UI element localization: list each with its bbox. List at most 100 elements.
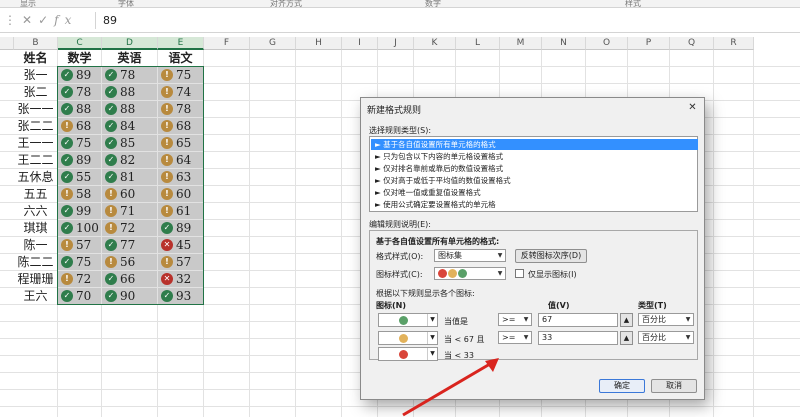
- icon-select-1[interactable]: ▼: [378, 313, 438, 327]
- eng-score-cell[interactable]: ✓ 88: [102, 84, 158, 101]
- column-header-c[interactable]: C: [58, 37, 102, 50]
- eng-score-cell[interactable]: ✓ 81: [102, 169, 158, 186]
- chn-score-cell[interactable]: ! 65: [158, 135, 204, 152]
- math-score-cell[interactable]: ✓ 100: [58, 220, 102, 237]
- chn-score-cell[interactable]: ! 57: [158, 254, 204, 271]
- name-cell[interactable]: 张二: [14, 84, 58, 101]
- close-icon[interactable]: ✕: [22, 13, 38, 27]
- format-style-select[interactable]: 图标集 ▼: [434, 249, 506, 262]
- eng-score-cell[interactable]: ✓ 90: [102, 288, 158, 305]
- math-score-cell[interactable]: ✓ 88: [58, 101, 102, 118]
- math-score-cell[interactable]: ✓ 99: [58, 203, 102, 220]
- math-score-cell[interactable]: ✓ 70: [58, 288, 102, 305]
- name-cell[interactable]: 陈一: [14, 237, 58, 254]
- eng-score-cell[interactable]: ✓ 78: [102, 67, 158, 84]
- math-score-cell[interactable]: ✓ 75: [58, 254, 102, 271]
- column-header-f[interactable]: F: [204, 37, 250, 50]
- reverse-icon-order-button[interactable]: 反转图标次序(D): [515, 249, 587, 263]
- chn-score-cell[interactable]: ! 75: [158, 67, 204, 84]
- operator-select-2[interactable]: >= ▼: [498, 331, 532, 344]
- chn-score-cell[interactable]: ! 64: [158, 152, 204, 169]
- icon-style-select[interactable]: ▼: [434, 267, 506, 280]
- column-header-j[interactable]: J: [378, 37, 414, 50]
- column-header-g[interactable]: G: [250, 37, 296, 50]
- value-input-1[interactable]: 67: [538, 313, 618, 327]
- eng-score-cell[interactable]: ! 72: [102, 220, 158, 237]
- close-icon[interactable]: ✕: [685, 101, 700, 114]
- name-cell[interactable]: 六六: [14, 203, 58, 220]
- math-score-cell[interactable]: ✓ 89: [58, 67, 102, 84]
- ribbon-section[interactable]: 样式: [625, 0, 641, 9]
- name-cell[interactable]: 张二二: [14, 118, 58, 135]
- rule-type-list[interactable]: ► 基于各自值设置所有单元格的格式 ► 只为包含以下内容的单元格设置格式 ► 仅…: [369, 136, 698, 212]
- math-score-cell[interactable]: ✓ 78: [58, 84, 102, 101]
- chinese-header[interactable]: 语文: [158, 50, 204, 67]
- column-header-k[interactable]: K: [414, 37, 456, 50]
- ribbon-section[interactable]: 显示: [20, 0, 36, 9]
- rule-type-item[interactable]: ► 仅对排名靠前或靠后的数值设置格式: [371, 163, 698, 174]
- chn-score-cell[interactable]: ! 63: [158, 169, 204, 186]
- column-header-e[interactable]: E: [158, 37, 204, 50]
- math-score-cell[interactable]: ! 57: [58, 237, 102, 254]
- rule-type-item[interactable]: ► 使用公式确定要设置格式的单元格: [371, 199, 698, 210]
- chn-score-cell[interactable]: ! 68: [158, 118, 204, 135]
- column-header-l[interactable]: L: [456, 37, 500, 50]
- column-header-o[interactable]: O: [586, 37, 628, 50]
- math-score-cell[interactable]: ! 72: [58, 271, 102, 288]
- range-picker-icon[interactable]: ▲: [620, 331, 633, 345]
- eng-score-cell[interactable]: ✓ 82: [102, 152, 158, 169]
- name-cell[interactable]: 王二二: [14, 152, 58, 169]
- ribbon-section[interactable]: 对齐方式: [270, 0, 302, 9]
- math-score-cell[interactable]: ! 68: [58, 118, 102, 135]
- ok-button[interactable]: 确定: [599, 379, 645, 393]
- chn-score-cell[interactable]: ! 61: [158, 203, 204, 220]
- fx-icon[interactable]: fx: [54, 13, 77, 27]
- name-cell[interactable]: 王六: [14, 288, 58, 305]
- math-score-cell[interactable]: ✓ 55: [58, 169, 102, 186]
- rule-type-item[interactable]: ► 仅对唯一值或重复值设置格式: [371, 187, 698, 198]
- icon-select-2[interactable]: ▼: [378, 331, 438, 345]
- column-header-d[interactable]: D: [102, 37, 158, 50]
- name-cell[interactable]: 陈二二: [14, 254, 58, 271]
- eng-score-cell[interactable]: ✓ 66: [102, 271, 158, 288]
- name-cell[interactable]: 五休息: [14, 169, 58, 186]
- operator-select-1[interactable]: >= ▼: [498, 313, 532, 326]
- show-icon-only-checkbox[interactable]: [515, 269, 524, 278]
- name-cell[interactable]: 张一: [14, 67, 58, 84]
- value-input-2[interactable]: 33: [538, 331, 618, 345]
- column-header-q[interactable]: Q: [670, 37, 714, 50]
- column-header-r[interactable]: R: [714, 37, 754, 50]
- column-header-p[interactable]: P: [628, 37, 670, 50]
- column-header-n[interactable]: N: [542, 37, 586, 50]
- rule-type-item[interactable]: ► 仅对高于或低于平均值的数值设置格式: [371, 175, 698, 186]
- cancel-button[interactable]: 取消: [651, 379, 697, 393]
- eng-score-cell[interactable]: ! 56: [102, 254, 158, 271]
- column-header-b[interactable]: B: [14, 37, 58, 50]
- chn-score-cell[interactable]: ✕ 32: [158, 271, 204, 288]
- eng-score-cell[interactable]: ✓ 85: [102, 135, 158, 152]
- check-icon[interactable]: ✓: [38, 13, 54, 27]
- chn-score-cell[interactable]: ! 60: [158, 186, 204, 203]
- chn-score-cell[interactable]: ✓ 93: [158, 288, 204, 305]
- name-cell[interactable]: 张一一: [14, 101, 58, 118]
- select-all-corner[interactable]: [0, 37, 14, 50]
- math-score-cell[interactable]: ✓ 89: [58, 152, 102, 169]
- name-header[interactable]: 姓名: [14, 50, 58, 67]
- name-cell[interactable]: 琪琪: [14, 220, 58, 237]
- english-header[interactable]: 英语: [102, 50, 158, 67]
- formula-input[interactable]: 89: [103, 14, 117, 27]
- math-score-cell[interactable]: ! 58: [58, 186, 102, 203]
- math-header[interactable]: 数学: [58, 50, 102, 67]
- column-header-m[interactable]: M: [500, 37, 542, 50]
- chn-score-cell[interactable]: ✓ 89: [158, 220, 204, 237]
- column-header-h[interactable]: H: [296, 37, 342, 50]
- eng-score-cell[interactable]: ✓ 77: [102, 237, 158, 254]
- ribbon-section[interactable]: 字体: [118, 0, 134, 9]
- rule-type-item[interactable]: ► 只为包含以下内容的单元格设置格式: [371, 151, 698, 162]
- math-score-cell[interactable]: ✓ 75: [58, 135, 102, 152]
- eng-score-cell[interactable]: ✓ 88: [102, 101, 158, 118]
- ribbon-section[interactable]: 数字: [425, 0, 441, 9]
- eng-score-cell[interactable]: ✓ 84: [102, 118, 158, 135]
- column-header-i[interactable]: I: [342, 37, 378, 50]
- type-select-1[interactable]: 百分比 ▼: [638, 313, 694, 326]
